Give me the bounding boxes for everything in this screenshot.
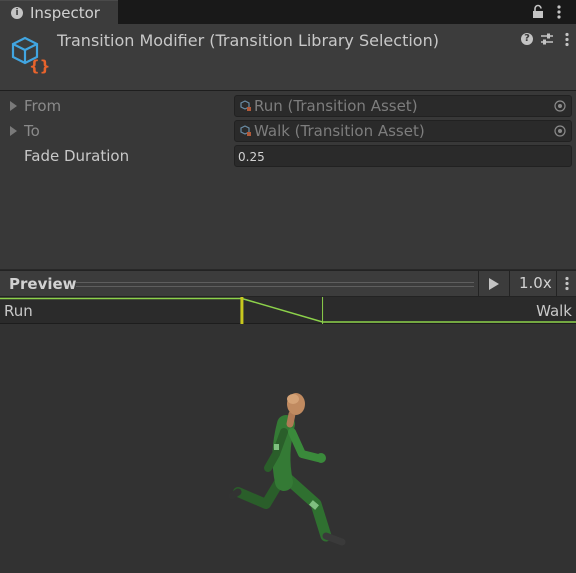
fade-duration-value: 0.25 xyxy=(238,150,265,164)
transition-asset-icon xyxy=(240,125,251,136)
preview-viewport[interactable] xyxy=(0,324,576,573)
timeline-graph xyxy=(0,297,576,324)
to-label: To xyxy=(24,122,40,140)
page-title: Transition Modifier (Transition Library … xyxy=(57,31,439,50)
foldout-arrow-icon[interactable] xyxy=(10,101,17,111)
inspector-header: {} Transition Modifier (Transition Libra… xyxy=(0,24,576,91)
to-state-label: Walk xyxy=(536,302,572,320)
preview-title: Preview xyxy=(9,275,77,293)
playback-speed-button[interactable]: 1.0x xyxy=(509,271,557,296)
object-picker-icon[interactable] xyxy=(554,100,566,112)
help-icon[interactable]: ? xyxy=(521,33,533,45)
transition-timeline[interactable]: Run Walk xyxy=(0,297,576,324)
script-asset-icon: {} xyxy=(11,36,50,74)
properties-panel: From Run (Transition Asset) To Walk (Tra… xyxy=(0,91,576,269)
object-picker-icon[interactable] xyxy=(554,125,566,137)
tab-bar: i Inspector xyxy=(0,0,576,24)
playback-speed-value: 1.0x xyxy=(519,274,552,292)
tab-menu-icon[interactable] xyxy=(555,4,563,20)
preview-options-icon[interactable] xyxy=(564,276,570,291)
more-options-icon[interactable] xyxy=(564,32,570,47)
fade-duration-label: Fade Duration xyxy=(24,147,130,165)
weight-curve xyxy=(0,297,576,323)
to-object-field[interactable]: Walk (Transition Asset) xyxy=(234,120,572,142)
from-label: From xyxy=(24,97,62,115)
preview-divider xyxy=(76,282,474,287)
tab-inspector-label: Inspector xyxy=(30,4,100,22)
tab-inspector[interactable]: i Inspector xyxy=(0,0,118,24)
play-button[interactable] xyxy=(478,271,509,296)
from-object-field[interactable]: Run (Transition Asset) xyxy=(234,95,572,117)
to-object-value: Walk (Transition Asset) xyxy=(254,122,425,140)
info-icon: i xyxy=(11,7,23,19)
presets-icon[interactable] xyxy=(540,32,554,46)
fade-duration-row: Fade Duration 0.25 xyxy=(0,145,576,167)
play-icon xyxy=(489,278,499,290)
svg-text:{}: {} xyxy=(29,57,50,74)
to-row: To Walk (Transition Asset) xyxy=(0,120,576,142)
fade-duration-field[interactable]: 0.25 xyxy=(234,145,572,167)
preview-header: Preview 1.0x xyxy=(0,270,576,297)
from-row: From Run (Transition Asset) xyxy=(0,95,576,117)
from-state-label: Run xyxy=(4,302,33,320)
running-character-model xyxy=(228,393,346,546)
foldout-arrow-icon[interactable] xyxy=(10,126,17,136)
transition-asset-icon xyxy=(240,100,251,111)
from-object-value: Run (Transition Asset) xyxy=(254,97,418,115)
lock-icon[interactable] xyxy=(531,4,545,20)
